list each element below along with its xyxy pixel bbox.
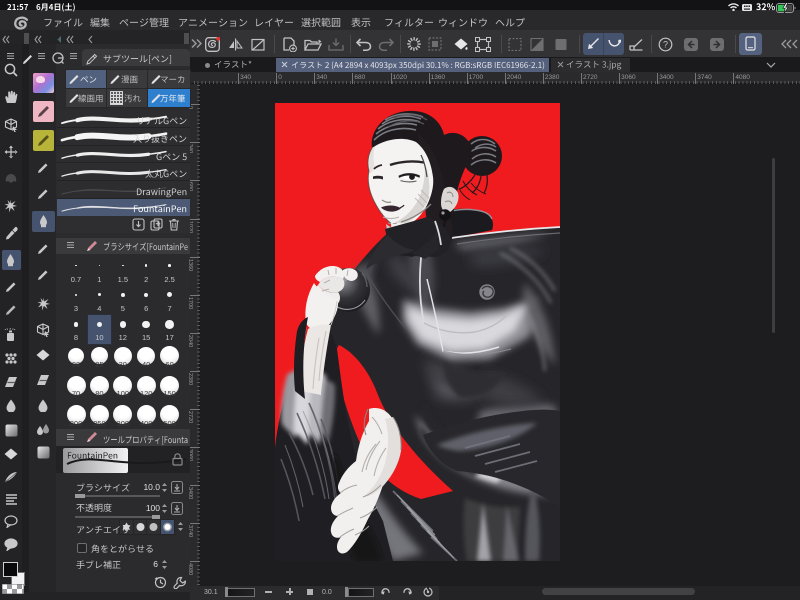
svg-text:?: ?	[663, 40, 668, 50]
